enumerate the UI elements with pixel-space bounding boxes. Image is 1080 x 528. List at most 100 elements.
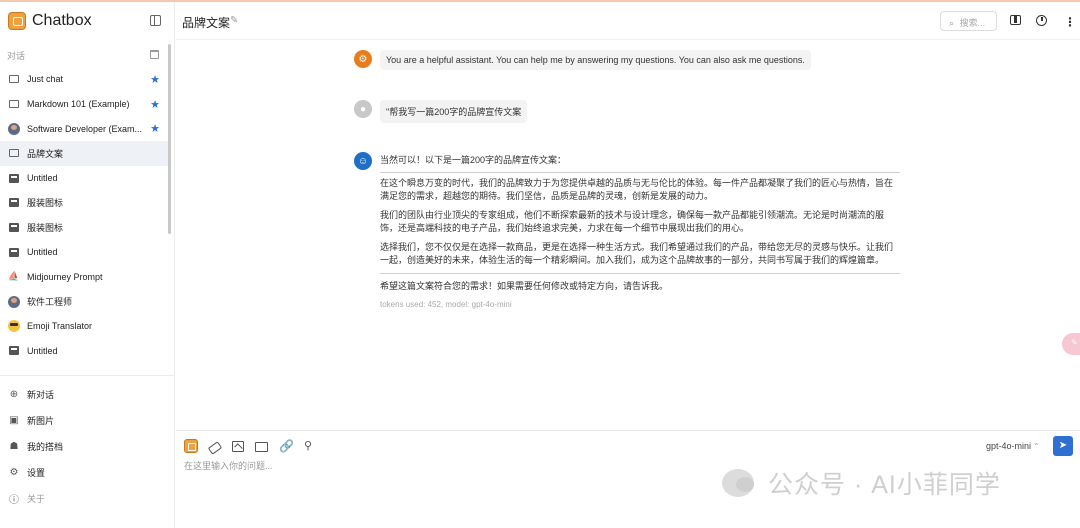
conversation-label: Untitled bbox=[27, 247, 58, 258]
conversation-label: Software Developer (Exam... bbox=[27, 123, 143, 134]
conversation-label: Midjourney Prompt bbox=[27, 271, 103, 282]
new-image-label: 新图片 bbox=[27, 415, 55, 426]
watermark-text: 公众号 · AI小菲同学 bbox=[768, 471, 1001, 499]
new-image-button[interactable]: ▣ 新图片 bbox=[0, 407, 175, 433]
conversation-list: Just chat ★ Markdown 101 (Example) ★ Softwar… bbox=[0, 67, 168, 363]
edit-title-icon[interactable]: ✎ bbox=[230, 15, 238, 26]
search-placeholder: 搜索... bbox=[959, 18, 986, 28]
sidebar-menu: ⊕ 新对话 ▣ 新图片 ☗ 我的搭档 ⚙ 设置 ⓘ 关于 bbox=[0, 381, 175, 511]
more-options-icon[interactable]: ⋮ bbox=[1064, 15, 1076, 29]
conversation-item[interactable]: 服装图标 bbox=[0, 190, 168, 215]
settings-label: 设置 bbox=[27, 467, 46, 478]
conversation-label: Emoji Translator bbox=[27, 321, 93, 332]
chevron-updown-icon: ⌃ bbox=[1033, 442, 1040, 451]
page-title: 品牌文案 bbox=[182, 16, 231, 30]
floating-helper-button[interactable]: ✎ bbox=[1062, 333, 1080, 355]
image-plus-icon: ▣ bbox=[9, 414, 19, 426]
app-name: Chatbox bbox=[32, 12, 92, 29]
chat-bubble-icon bbox=[8, 147, 20, 159]
chatbox-logo-icon bbox=[8, 12, 26, 30]
assistant-message: ☺ 当然可以！以下是一篇200字的品牌宣传文案： 在这个瞬息万变的时代，我们的品… bbox=[354, 152, 914, 311]
about-button[interactable]: ⓘ 关于 bbox=[0, 485, 175, 511]
settings-button[interactable]: ⚙ 设置 bbox=[0, 459, 175, 485]
chat-bubble-icon bbox=[8, 98, 20, 110]
star-icon[interactable]: ★ bbox=[150, 73, 160, 86]
history-icon[interactable] bbox=[1036, 15, 1047, 26]
system-message: ⚙ You are a helpful assistant. You can h… bbox=[354, 50, 811, 70]
conversation-label: Just chat bbox=[27, 74, 64, 85]
image-icon bbox=[8, 197, 20, 209]
link-icon[interactable]: 🔗 bbox=[279, 439, 294, 453]
sidebar: Chatbox 对话 Just chat ★ Markdown 101 (Examp… bbox=[0, 2, 175, 528]
search-icon: ⌕ bbox=[949, 18, 955, 28]
emoji-icon bbox=[8, 320, 20, 333]
clear-conversations-icon[interactable] bbox=[150, 50, 159, 59]
chat-header: 品牌文案 ✎ ⌕ 搜索... ⋮ bbox=[176, 2, 1080, 40]
input-toolbar: 🔗 ⚲ bbox=[184, 439, 329, 455]
copy-paragraph: 在这个瞬息万变的时代，我们的品牌致力于为您提供卓越的品质与无与伦比的体验。每一件… bbox=[380, 178, 894, 201]
avatar-icon bbox=[8, 295, 20, 308]
brand: Chatbox bbox=[8, 12, 92, 30]
layout-toggle-icon[interactable] bbox=[1010, 15, 1021, 25]
conversation-item[interactable]: Just chat ★ bbox=[0, 67, 168, 92]
sidebar-divider bbox=[0, 375, 175, 376]
plus-circle-icon: ⊕ bbox=[9, 388, 19, 400]
new-chat-label: 新对话 bbox=[27, 389, 55, 400]
star-icon[interactable]: ★ bbox=[150, 98, 160, 111]
conversation-label: Markdown 101 (Example) bbox=[27, 99, 130, 110]
conversation-label: Untitled bbox=[27, 345, 58, 356]
eraser-icon[interactable] bbox=[207, 440, 223, 455]
assistant-copy-block: 在这个瞬息万变的时代，我们的品牌致力于为您提供卓越的品质与无与伦比的体验。每一件… bbox=[380, 172, 900, 274]
my-partners-button[interactable]: ☗ 我的搭档 bbox=[0, 433, 175, 459]
conversation-item[interactable]: 软件工程师 bbox=[0, 289, 168, 314]
conversation-item[interactable]: ⛵ Midjourney Prompt bbox=[0, 265, 168, 290]
image-icon bbox=[8, 246, 20, 258]
user-avatar-icon: ● bbox=[354, 100, 372, 118]
avatar-icon bbox=[8, 122, 20, 135]
conversation-item[interactable]: 品牌文案 bbox=[0, 141, 168, 166]
conversation-label: 服装图标 bbox=[27, 222, 64, 233]
wechat-logo-icon bbox=[722, 469, 754, 497]
conversation-item[interactable]: Untitled bbox=[0, 166, 168, 191]
conversation-item[interactable]: Emoji Translator bbox=[0, 314, 168, 339]
partners-icon: ☗ bbox=[9, 440, 19, 452]
conversation-item[interactable]: 服装图标 bbox=[0, 215, 168, 240]
attach-image-icon[interactable] bbox=[232, 440, 244, 452]
assistant-message-body: 当然可以！以下是一篇200字的品牌宣传文案： 在这个瞬息万变的时代，我们的品牌致… bbox=[380, 152, 900, 311]
watermark: 公众号 · AI小菲同学 bbox=[722, 465, 1001, 501]
web-browse-icon[interactable]: ⚲ bbox=[304, 439, 318, 453]
user-message: ● "帮我写一篇200字的品牌宣传文案 bbox=[354, 100, 528, 123]
model-selector[interactable]: gpt-4o-mini ⌃ bbox=[986, 441, 1040, 451]
sidebar-scrollbar[interactable] bbox=[168, 44, 171, 234]
about-label: 关于 bbox=[27, 493, 46, 504]
chat-bubble-icon bbox=[8, 73, 20, 85]
star-icon[interactable]: ★ bbox=[150, 122, 160, 135]
new-chat-button[interactable]: ⊕ 新对话 bbox=[0, 381, 175, 407]
conversation-item[interactable]: Markdown 101 (Example) ★ bbox=[0, 92, 168, 117]
conversation-label: Untitled bbox=[27, 173, 58, 184]
conversation-label: 服装图标 bbox=[27, 198, 64, 209]
conversations-section-label: 对话 bbox=[7, 51, 26, 61]
chat-settings-icon[interactable] bbox=[184, 439, 198, 453]
midjourney-icon: ⛵ bbox=[8, 271, 20, 282]
search-button[interactable]: ⌕ 搜索... bbox=[940, 11, 997, 31]
conversation-item[interactable]: Software Developer (Exam... ★ bbox=[0, 116, 168, 141]
assistant-outro: 希望这篇文案符合您的需求！如果需要任何修改或特定方向，请告诉我。 bbox=[380, 281, 669, 291]
attach-file-icon[interactable] bbox=[255, 442, 268, 452]
conversation-label: 品牌文案 bbox=[27, 148, 64, 159]
image-icon bbox=[8, 221, 20, 233]
user-message-text: "帮我写一篇200字的品牌宣传文案 bbox=[380, 100, 528, 123]
copy-paragraph: 选择我们，您不仅仅是在选择一款商品，更是在选择一种生活方式。我们希望通过我们的产… bbox=[380, 242, 894, 265]
conversation-item[interactable]: Untitled bbox=[0, 240, 168, 265]
gear-icon: ⚙ bbox=[9, 466, 19, 478]
assistant-intro: 当然可以！以下是一篇200字的品牌宣传文案： bbox=[380, 155, 567, 165]
copy-paragraph: 我们的团队由行业顶尖的专家组成，他们不断探索最新的技术与设计理念，确保每一款产品… bbox=[380, 210, 885, 233]
system-gear-avatar-icon: ⚙ bbox=[354, 50, 372, 68]
bot-avatar-icon: ☺ bbox=[354, 152, 372, 170]
image-icon bbox=[8, 172, 20, 184]
info-icon: ⓘ bbox=[9, 494, 19, 506]
conversation-item[interactable]: Untitled bbox=[0, 339, 168, 364]
collapse-sidebar-icon[interactable] bbox=[150, 15, 161, 26]
send-button[interactable]: ➤ bbox=[1053, 436, 1073, 456]
my-partners-label: 我的搭档 bbox=[27, 441, 64, 452]
